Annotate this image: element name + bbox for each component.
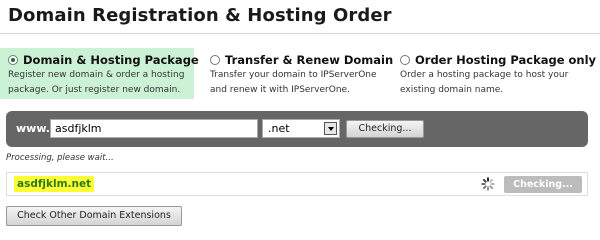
domain-result-row: asdfjklm.net Checking... — [6, 172, 588, 196]
domain-search-bar: www. .net Checking... — [6, 111, 588, 147]
option-title: Transfer & Renew Domain — [225, 52, 394, 67]
option-hosting-package-only[interactable]: Order Hosting Package only Order a hosti… — [392, 48, 596, 99]
www-prefix-label: www. — [16, 122, 50, 135]
option-desc-line: Register new domain & order a hosting — [8, 70, 185, 80]
option-domain-hosting-package[interactable]: Domain & Hosting Package Register new do… — [0, 48, 199, 99]
title-divider — [0, 33, 600, 34]
result-domain-name: asdfjklm.net — [14, 176, 95, 192]
chevron-down-icon[interactable] — [324, 122, 337, 135]
domain-name-input[interactable] — [50, 119, 258, 138]
option-title: Domain & Hosting Package — [23, 52, 199, 67]
option-desc-line: existing domain name. — [400, 85, 504, 95]
option-title: Order Hosting Package only — [415, 52, 597, 67]
option-description: Register new domain & order a hosting pa… — [8, 68, 188, 98]
radio-selected-icon[interactable] — [8, 54, 18, 65]
option-desc-line: Order a hosting package to host your — [400, 70, 569, 80]
option-desc-line: Transfer your domain to IPServerOne — [210, 70, 377, 80]
loading-spinner-icon — [481, 177, 495, 191]
order-type-options: Domain & Hosting Package Register new do… — [0, 48, 600, 102]
radio-unselected-icon[interactable] — [210, 54, 220, 65]
result-checking-button[interactable]: Checking... — [504, 176, 582, 193]
check-other-extensions-button[interactable]: Check Other Domain Extensions — [6, 206, 182, 226]
check-availability-button[interactable]: Checking... — [346, 120, 424, 138]
option-desc-line: package. Or just register new domain. — [8, 85, 181, 95]
radio-unselected-icon[interactable] — [400, 54, 410, 65]
option-description: Order a hosting package to host your exi… — [400, 68, 586, 98]
option-transfer-renew-domain[interactable]: Transfer & Renew Domain Transfer your do… — [202, 48, 393, 99]
option-description: Transfer your domain to IPServerOne and … — [210, 68, 382, 98]
tld-selected-value: .net — [268, 122, 290, 135]
tld-select[interactable]: .net — [262, 119, 340, 138]
option-desc-line: and renew it with IPServerOne. — [210, 85, 350, 95]
processing-status-text: Processing, please wait... — [6, 153, 114, 163]
page-title: Domain Registration & Hosting Order — [8, 5, 392, 26]
